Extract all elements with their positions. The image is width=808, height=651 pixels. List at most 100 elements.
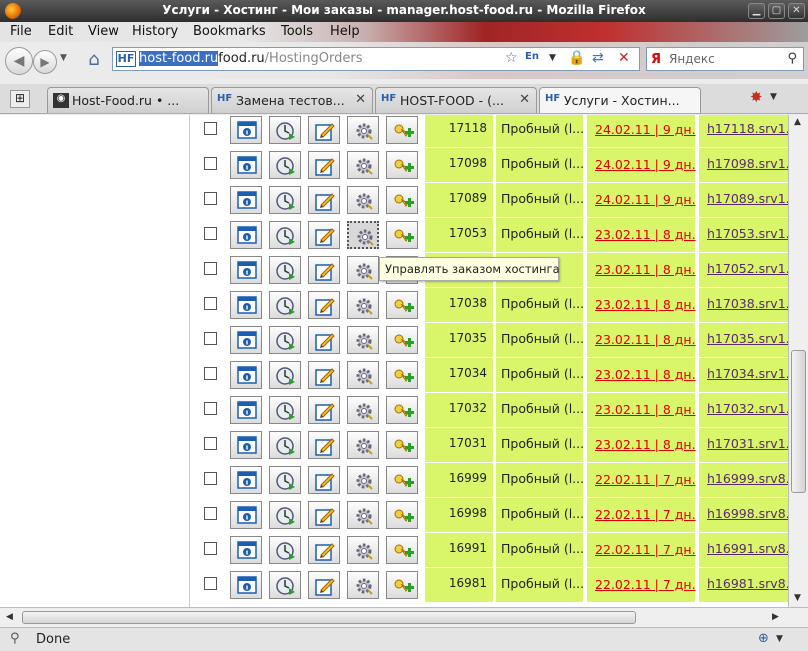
horizontal-scroll-thumb[interactable] — [22, 611, 636, 624]
zoom-icon[interactable]: ⊕ — [758, 631, 769, 646]
order-edit-button[interactable] — [308, 291, 340, 319]
order-edit-button[interactable] — [308, 501, 340, 529]
order-add-button[interactable] — [386, 501, 418, 529]
order-manage-button[interactable] — [347, 186, 379, 214]
scroll-down-icon[interactable]: ▼ — [794, 593, 801, 603]
order-expiry-link[interactable]: 22.02.11 | 7 дн. — [587, 533, 696, 567]
order-manage-button[interactable] — [347, 361, 379, 389]
order-prolong-button[interactable] — [269, 396, 301, 424]
order-edit-button[interactable] — [308, 361, 340, 389]
order-manage-button[interactable] — [347, 396, 379, 424]
order-edit-button[interactable] — [308, 571, 340, 599]
vertical-scrollbar[interactable]: ▲ ▼ — [788, 115, 808, 607]
row-checkbox[interactable] — [204, 227, 217, 240]
tab-host-food[interactable]: HF HOST-FOOD - (... ✕ — [375, 87, 537, 113]
order-host-link[interactable]: h17035.srv1.te — [699, 323, 788, 357]
row-checkbox[interactable] — [204, 402, 217, 415]
row-checkbox[interactable] — [204, 577, 217, 590]
order-info-button[interactable] — [230, 466, 262, 494]
order-info-button[interactable] — [230, 326, 262, 354]
url-dropdown-icon[interactable]: ▼ — [549, 53, 556, 63]
order-expiry-link[interactable]: 23.02.11 | 8 дн. — [587, 253, 696, 287]
order-add-button[interactable] — [386, 536, 418, 564]
tab-overview-icon[interactable]: ⊞ — [10, 90, 30, 108]
order-add-button[interactable] — [386, 186, 418, 214]
order-manage-button[interactable] — [347, 326, 379, 354]
order-prolong-button[interactable] — [269, 361, 301, 389]
row-checkbox[interactable] — [204, 192, 217, 205]
order-expiry-link[interactable]: 22.02.11 | 7 дн. — [587, 568, 696, 602]
order-prolong-button[interactable] — [269, 466, 301, 494]
order-add-button[interactable] — [386, 151, 418, 179]
order-info-button[interactable] — [230, 501, 262, 529]
row-checkbox[interactable] — [204, 367, 217, 380]
row-checkbox[interactable] — [204, 262, 217, 275]
order-manage-button[interactable] — [347, 221, 379, 249]
row-checkbox[interactable] — [204, 437, 217, 450]
order-expiry-link[interactable]: 24.02.11 | 9 дн. — [587, 115, 696, 147]
order-manage-button[interactable] — [347, 431, 379, 459]
order-expiry-link[interactable]: 23.02.11 | 8 дн. — [587, 288, 696, 322]
order-add-button[interactable] — [386, 396, 418, 424]
row-checkbox[interactable] — [204, 472, 217, 485]
order-host-link[interactable]: h16981.srv8.te — [699, 568, 788, 602]
url-bar[interactable]: HF host-food.rufood.ru/HostingOrders ☆ E… — [112, 47, 640, 71]
menu-edit[interactable]: Edit — [48, 24, 73, 39]
order-info-button[interactable] — [230, 396, 262, 424]
order-host-link[interactable]: h17118.srv1.te — [699, 115, 788, 147]
order-edit-button[interactable] — [308, 466, 340, 494]
tab-host-food-forum[interactable]: ◉ Host-Food.ru • ... — [47, 87, 209, 113]
order-prolong-button[interactable] — [269, 326, 301, 354]
order-add-button[interactable] — [386, 361, 418, 389]
order-prolong-button[interactable] — [269, 291, 301, 319]
order-info-button[interactable] — [230, 256, 262, 284]
order-edit-button[interactable] — [308, 256, 340, 284]
order-host-link[interactable]: h17089.srv1.te — [699, 183, 788, 217]
order-host-link[interactable]: h17032.srv1.te — [699, 393, 788, 427]
order-add-button[interactable] — [386, 116, 418, 144]
close-window-button[interactable]: ✕ — [788, 3, 805, 19]
order-add-button[interactable] — [386, 431, 418, 459]
forward-button[interactable]: ▶ — [33, 50, 57, 74]
language-icon[interactable]: En — [525, 51, 539, 62]
menu-bookmarks[interactable]: Bookmarks — [193, 24, 266, 39]
order-prolong-button[interactable] — [269, 186, 301, 214]
scroll-left-icon[interactable]: ◀ — [6, 612, 13, 622]
order-edit-button[interactable] — [308, 116, 340, 144]
order-info-button[interactable] — [230, 571, 262, 599]
row-checkbox[interactable] — [204, 157, 217, 170]
lock-icon[interactable]: 🔒 — [568, 50, 585, 66]
back-button[interactable]: ◀ — [5, 47, 33, 75]
order-prolong-button[interactable] — [269, 571, 301, 599]
order-manage-button[interactable] — [347, 256, 379, 284]
order-edit-button[interactable] — [308, 396, 340, 424]
order-host-link[interactable]: h17034.srv1.te — [699, 358, 788, 392]
order-host-link[interactable]: h17053.srv1.te — [699, 218, 788, 252]
row-checkbox[interactable] — [204, 507, 217, 520]
search-icon[interactable]: ⚲ — [787, 51, 797, 66]
search-input[interactable]: Яндекс — [669, 52, 715, 66]
order-prolong-button[interactable] — [269, 536, 301, 564]
scroll-up-icon[interactable]: ▲ — [794, 117, 801, 127]
menu-history[interactable]: History — [132, 24, 178, 39]
order-prolong-button[interactable] — [269, 256, 301, 284]
order-edit-button[interactable] — [308, 326, 340, 354]
order-host-link[interactable]: h16999.srv8.te — [699, 463, 788, 497]
row-checkbox[interactable] — [204, 542, 217, 555]
menu-tools[interactable]: Tools — [281, 24, 313, 39]
order-edit-button[interactable] — [308, 536, 340, 564]
order-info-button[interactable] — [230, 221, 262, 249]
order-host-link[interactable]: h17052.srv1.te — [699, 253, 788, 287]
order-info-button[interactable] — [230, 186, 262, 214]
bookmark-star-icon[interactable]: ☆ — [505, 50, 518, 66]
order-prolong-button[interactable] — [269, 116, 301, 144]
order-host-link[interactable]: h17038.srv1.te — [699, 288, 788, 322]
order-add-button[interactable] — [386, 221, 418, 249]
order-expiry-link[interactable]: 23.02.11 | 8 дн. — [587, 393, 696, 427]
order-info-button[interactable] — [230, 431, 262, 459]
tab-list-dropdown-icon[interactable]: ▼ — [770, 92, 777, 102]
menu-help[interactable]: Help — [330, 24, 360, 39]
menu-file[interactable]: File — [10, 24, 32, 39]
order-expiry-link[interactable]: 24.02.11 | 9 дн. — [587, 148, 696, 182]
order-expiry-link[interactable]: 22.02.11 | 7 дн. — [587, 498, 696, 532]
